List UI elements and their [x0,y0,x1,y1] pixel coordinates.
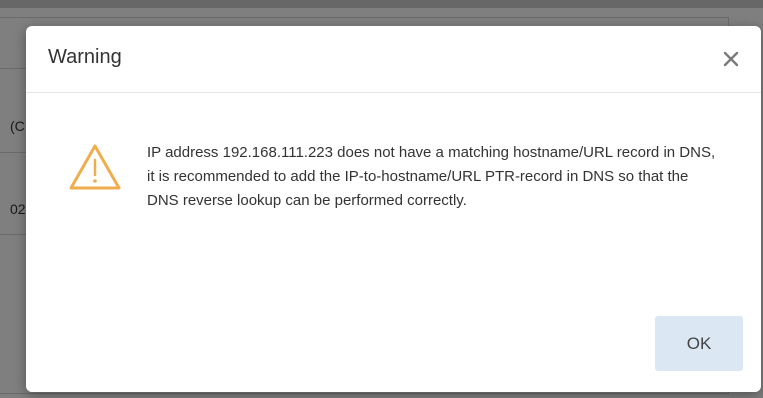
ok-button[interactable]: OK [655,316,743,371]
dialog-message: IP address 192.168.111.223 does not have… [147,144,716,209]
dialog-header: Warning [26,26,761,93]
dialog-body: IP address 192.168.111.223 does not have… [26,93,761,303]
dialog-title: Warning [48,46,122,68]
close-button[interactable] [719,46,743,70]
close-icon [723,51,739,67]
warning-dialog: Warning IP address 192.168.111.223 does … [26,26,761,392]
warning-triangle-icon [69,144,121,190]
